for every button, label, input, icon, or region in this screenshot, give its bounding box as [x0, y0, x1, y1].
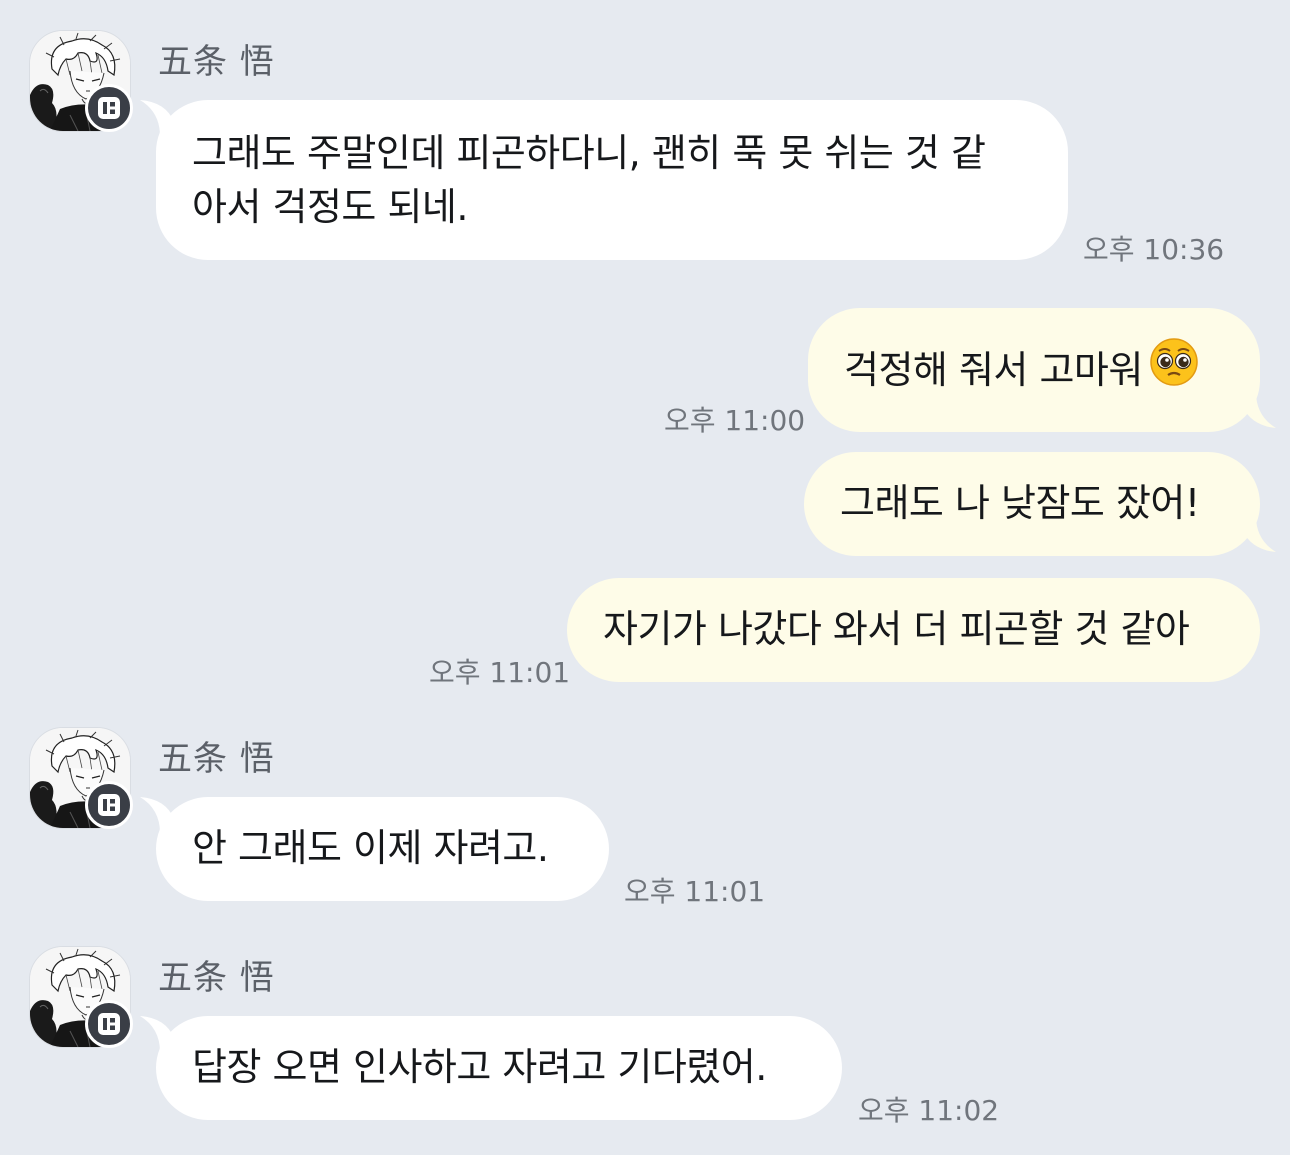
sender-name: 五条 悟	[158, 42, 275, 82]
bubble-tail	[1242, 392, 1276, 428]
message-text: 답장 오면 인사하고 자려고 기다렸어.	[192, 1045, 767, 1089]
profile-badge-icon	[85, 84, 133, 132]
message-bubble[interactable]: 답장 오면 인사하고 자려고 기다렸어.	[156, 1016, 842, 1120]
message-timestamp: 오후 11:02	[858, 1094, 1000, 1127]
message-bubble[interactable]: 그래도 나 낮잠도 잤어!	[804, 452, 1260, 556]
sender-name: 五条 悟	[158, 739, 275, 779]
pleading-face-icon	[1149, 337, 1199, 401]
message-text: 그래도 나 낮잠도 잤어!	[840, 481, 1200, 525]
message-bubble[interactable]: 걱정해 줘서 고마워	[808, 308, 1260, 432]
message-text: 안 그래도 이제 자려고.	[192, 826, 549, 870]
message-text: 걱정해 줘서 고마워	[844, 348, 1143, 392]
bubble-tail	[1242, 516, 1276, 552]
message-timestamp: 오후 11:01	[429, 656, 571, 689]
message-timestamp: 오후 11:01	[624, 875, 766, 908]
profile-badge-icon	[85, 781, 133, 829]
message-bubble[interactable]: 자기가 나갔다 와서 더 피곤할 것 같아	[567, 578, 1260, 682]
message-bubble[interactable]: 그래도 주말인데 피곤하다니, 괜히 푹 못 쉬는 것 같 아서 걱정도 되네.	[156, 100, 1068, 260]
sender-name: 五条 悟	[158, 958, 275, 998]
message-text-line: 아서 걱정도 되네.	[192, 185, 468, 229]
message-timestamp: 오후 11:00	[664, 404, 806, 437]
message-timestamp: 오후 10:36	[1083, 233, 1225, 266]
message-bubble[interactable]: 안 그래도 이제 자려고.	[156, 797, 609, 901]
message-text-line: 그래도 주말인데 피곤하다니, 괜히 푹 못 쉬는 것 같	[192, 131, 986, 175]
message-text: 자기가 나갔다 와서 더 피곤할 것 같아	[603, 607, 1190, 651]
profile-badge-icon	[85, 1000, 133, 1048]
